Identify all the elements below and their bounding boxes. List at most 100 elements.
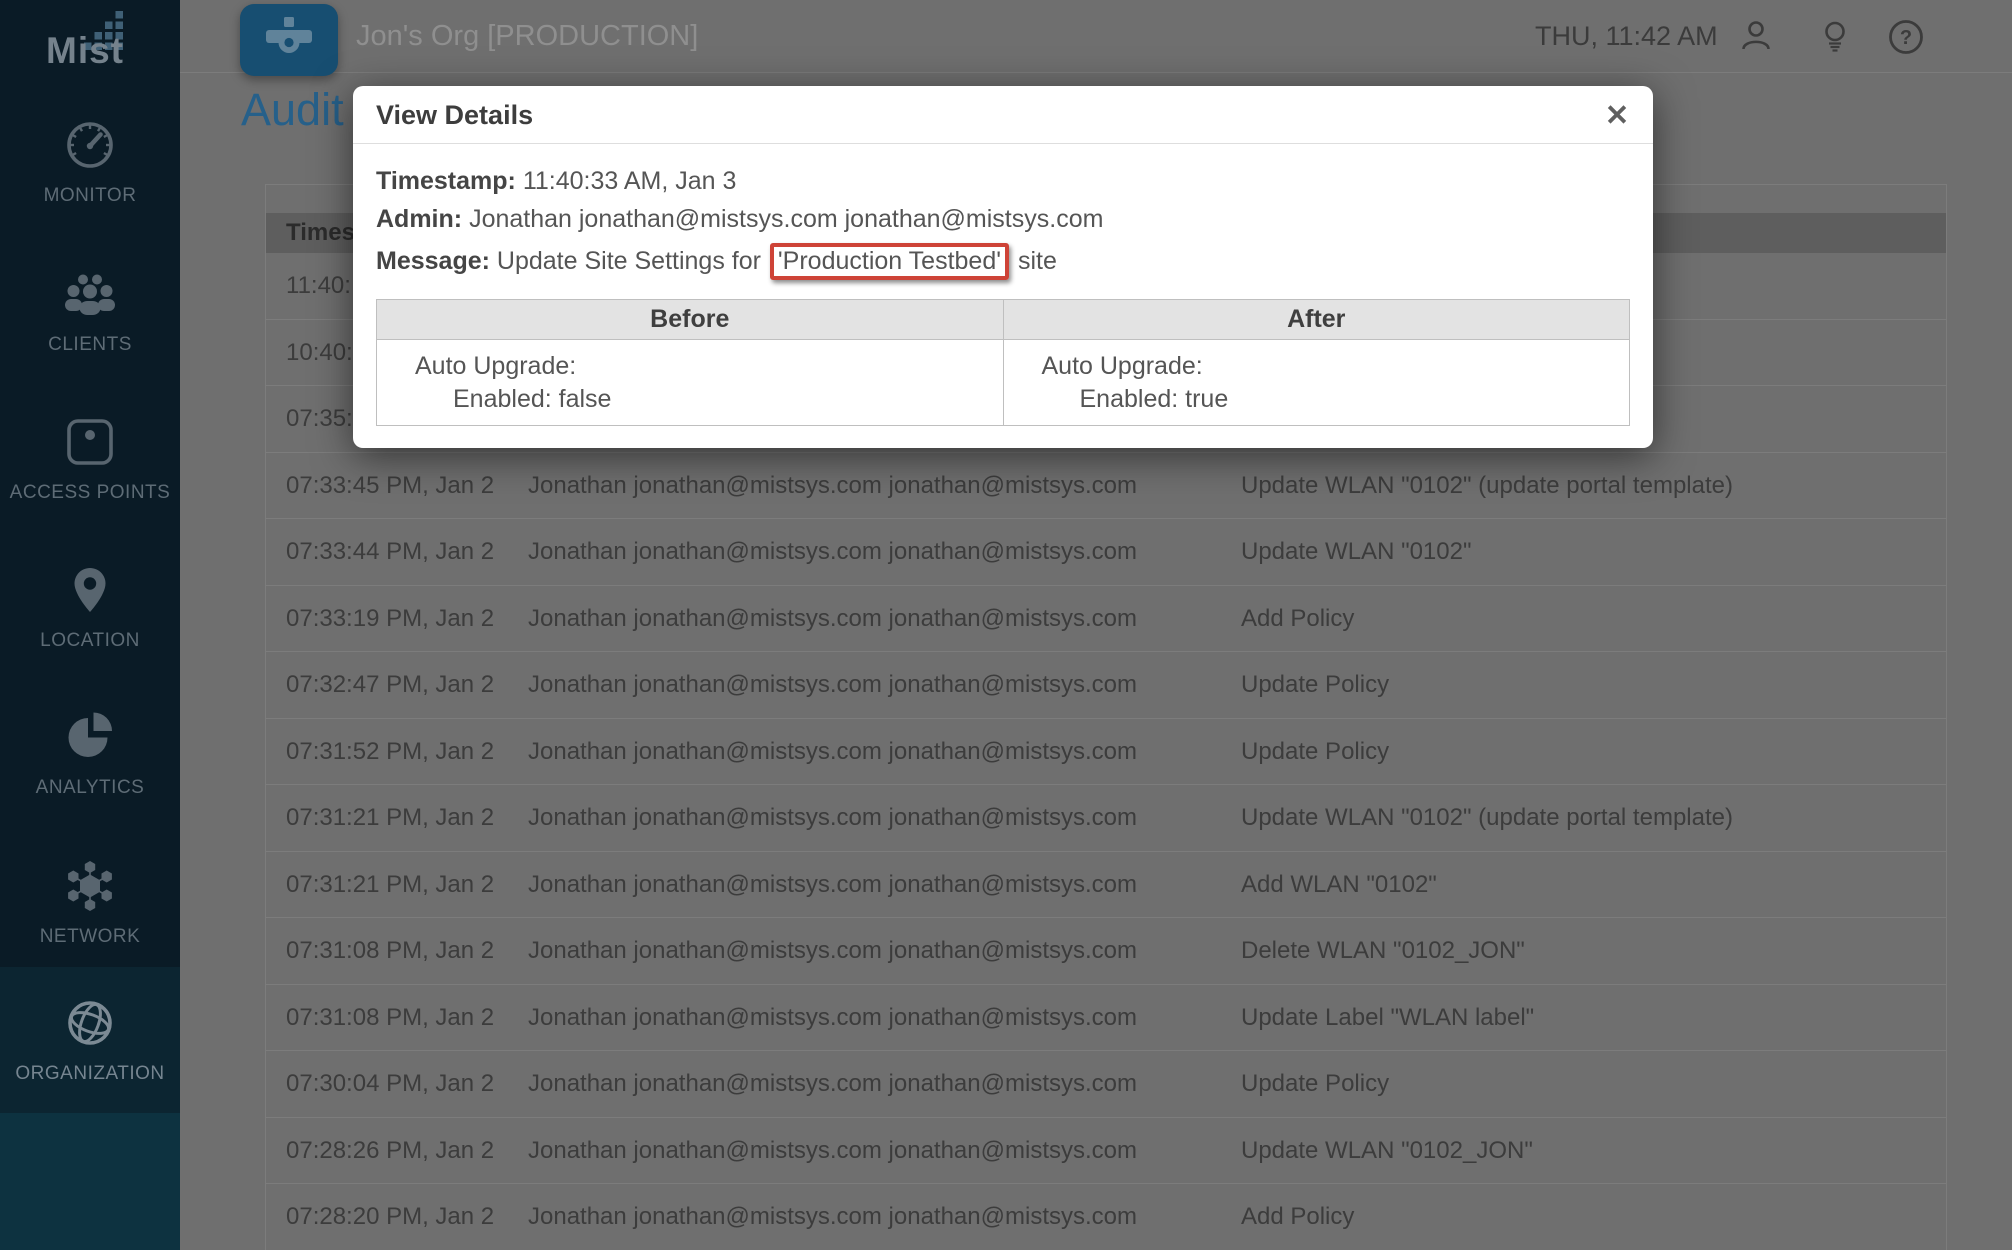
top-header-bar: Jon's Org [PRODUCTION] THU, 11:42 AM ?	[180, 0, 2012, 73]
row-timestamp: 11:40:	[286, 253, 351, 320]
row-admin: Jonathan jonathan@mistsys.com jonathan@m…	[528, 785, 1137, 852]
row-timestamp: 07:35:	[286, 386, 353, 453]
message-prefix: Update Site Settings for	[497, 247, 768, 275]
sidebar-item-organization[interactable]: ORGANIZATION	[0, 967, 180, 1113]
access-point-icon	[62, 414, 118, 472]
org-switcher-button[interactable]	[240, 4, 338, 76]
row-message: Update WLAN "0102_JON"	[1241, 1118, 1533, 1185]
modal-titlebar: View Details ✕	[353, 86, 1653, 144]
org-name: Jon's Org [PRODUCTION]	[356, 0, 698, 73]
row-timestamp: 07:28:20 PM, Jan 2	[286, 1184, 494, 1250]
header-clock: THU, 11:42 AM	[1535, 0, 1718, 73]
sidebar-item-label: NETWORK	[40, 926, 141, 948]
user-icon[interactable]	[1738, 18, 1774, 59]
row-admin: Jonathan jonathan@mistsys.com jonathan@m…	[528, 586, 1137, 653]
clients-icon	[62, 266, 118, 324]
table-row[interactable]: 07:28:26 PM, Jan 2Jonathan jonathan@mist…	[266, 1118, 1946, 1185]
row-admin: Jonathan jonathan@mistsys.com jonathan@m…	[528, 918, 1137, 985]
row-message: Update WLAN "0102" (update portal templa…	[1241, 453, 1733, 520]
table-row[interactable]: 07:33:45 PM, Jan 2Jonathan jonathan@mist…	[266, 453, 1946, 520]
sidebar-item-label: CLIENTS	[48, 334, 132, 356]
before-cell: Auto Upgrade: Enabled: false	[377, 340, 1004, 426]
sidebar-item-label: ANALYTICS	[36, 777, 145, 799]
sidebar-item-clients[interactable]: CLIENTS	[0, 237, 180, 385]
mist-logo[interactable]: Mist	[0, 4, 180, 74]
table-row[interactable]: 07:32:47 PM, Jan 2Jonathan jonathan@mist…	[266, 652, 1946, 719]
sidebar-item-location[interactable]: LOCATION	[0, 533, 180, 681]
sidebar-item-label: MONITOR	[44, 185, 137, 207]
after-value: Enabled: true	[1004, 383, 1630, 416]
row-admin: Jonathan jonathan@mistsys.com jonathan@m…	[528, 1184, 1137, 1250]
row-timestamp: 07:33:19 PM, Jan 2	[286, 586, 494, 653]
table-row[interactable]: 07:31:21 PM, Jan 2 Jonathan jonathan@mist…	[266, 785, 1946, 852]
row-timestamp: 07:33:45 PM, Jan 2	[286, 453, 494, 520]
sidebar-item-access-points[interactable]: ACCESS POINTS	[0, 385, 180, 533]
row-message: Update Label "WLAN label"	[1241, 985, 1534, 1052]
sidebar-item-monitor[interactable]: MONITOR	[0, 88, 180, 236]
location-pin-icon	[62, 562, 118, 620]
row-timestamp: 07:28:26 PM, Jan 2	[286, 1118, 494, 1185]
sidebar-bottom-panel	[0, 1113, 180, 1250]
after-cell: Auto Upgrade: Enabled: true	[1003, 340, 1630, 426]
row-timestamp: 07:30:04 PM, Jan 2	[286, 1051, 494, 1118]
admin-value: Jonathan jonathan@mistsys.com jonathan@m…	[469, 205, 1103, 233]
after-header: After	[1003, 300, 1630, 340]
message-suffix: site	[1011, 247, 1057, 275]
message-label: Message:	[376, 247, 490, 275]
close-icon[interactable]: ✕	[1597, 96, 1637, 136]
before-header: Before	[377, 300, 1004, 340]
table-row[interactable]: 07:31:52 PM, Jan 2 Jonathan jonathan@mist…	[266, 719, 1946, 786]
before-after-table: Before After Auto Upgrade: Enabled: fals…	[376, 299, 1630, 426]
sidebar-item-label: ACCESS POINTS	[10, 482, 171, 504]
table-row[interactable]: 07:33:44 PM, Jan 2Jonathan jonathan@mist…	[266, 519, 1946, 586]
row-message: Add Policy	[1241, 1184, 1354, 1250]
table-row[interactable]: 07:31:08 PM, Jan 2 Jonathan jonathan@mist…	[266, 918, 1946, 985]
row-timestamp: 07:31:08 PM, Jan 2	[286, 985, 494, 1052]
row-message: Update WLAN "0102" (update portal templa…	[1241, 785, 1733, 852]
row-timestamp: 07:31:52 PM, Jan 2	[286, 719, 494, 786]
row-timestamp: 07:31:08 PM, Jan 2	[286, 918, 494, 985]
svg-text:?: ?	[1900, 27, 1912, 49]
org-sites-icon	[263, 15, 315, 66]
row-admin: Jonathan jonathan@mistsys.com jonathan@m…	[528, 985, 1137, 1052]
bulb-icon[interactable]	[1818, 20, 1852, 59]
before-value: Enabled: false	[377, 383, 1003, 416]
sidebar: Mist MONITOR CLIENTS ACCESS POINTS LOCATIO…	[0, 0, 180, 1250]
admin-label: Admin:	[376, 205, 462, 233]
mist-logo-text: Mist	[46, 30, 124, 72]
row-timestamp: 07:31:21 PM, Jan 2	[286, 785, 494, 852]
modal-body: Timestamp: 11:40:33 AM, Jan 3 Admin: Jon…	[353, 144, 1653, 426]
row-message: Add Policy	[1241, 586, 1354, 653]
table-row[interactable]: 07:31:21 PM, Jan 2Jonathan jonathan@mist…	[266, 852, 1946, 919]
table-row[interactable]: 07:30:04 PM, Jan 2 Jonathan jonathan@mist…	[266, 1051, 1946, 1118]
network-icon	[62, 858, 118, 916]
sidebar-item-analytics[interactable]: ANALYTICS	[0, 680, 180, 828]
sidebar-item-label: LOCATION	[40, 630, 140, 652]
table-row[interactable]: 07:28:20 PM, Jan 2 Jonathan jonathan@mist…	[266, 1184, 1946, 1250]
after-setting: Auto Upgrade:	[1004, 350, 1630, 383]
pie-chart-icon	[62, 709, 118, 767]
row-message: Update Policy	[1241, 652, 1389, 719]
sidebar-item-network[interactable]: NETWORK	[0, 829, 180, 977]
row-admin: Jonathan jonathan@mistsys.com jonathan@m…	[528, 519, 1137, 586]
table-row[interactable]: 07:31:08 PM, Jan 2 Jonathan jonathan@mist…	[266, 985, 1946, 1052]
sidebar-item-label: ORGANIZATION	[15, 1063, 164, 1085]
detail-timestamp-line: Timestamp: 11:40:33 AM, Jan 3	[376, 167, 1630, 196]
help-icon[interactable]: ?	[1886, 17, 1926, 62]
table-row[interactable]: 07:33:19 PM, Jan 2 Jonathan jonathan@mist…	[266, 586, 1946, 653]
row-admin: Jonathan jonathan@mistsys.com jonathan@m…	[528, 1051, 1137, 1118]
row-timestamp: 07:31:21 PM, Jan 2	[286, 852, 494, 919]
gauge-icon	[62, 117, 118, 175]
row-message: Delete WLAN "0102_JON"	[1241, 918, 1525, 985]
timestamp-value: 11:40:33 AM, Jan 3	[523, 167, 737, 195]
detail-admin-line: Admin: Jonathan jonathan@mistsys.com jon…	[376, 205, 1630, 234]
detail-message-line: Message: Update Site Settings for 'Produ…	[376, 243, 1630, 280]
before-setting: Auto Upgrade:	[377, 350, 1003, 383]
annotation-highlight-box: 'Production Testbed'	[770, 243, 1009, 280]
row-admin: Jonathan jonathan@mistsys.com jonathan@m…	[528, 719, 1137, 786]
row-message: Add WLAN "0102"	[1241, 852, 1437, 919]
modal-title: View Details	[376, 86, 533, 144]
timestamp-label: Timestamp:	[376, 167, 516, 195]
globe-icon	[62, 995, 118, 1053]
app-root: Mist MONITOR CLIENTS ACCESS POINTS LOCATIO…	[0, 0, 2012, 1250]
